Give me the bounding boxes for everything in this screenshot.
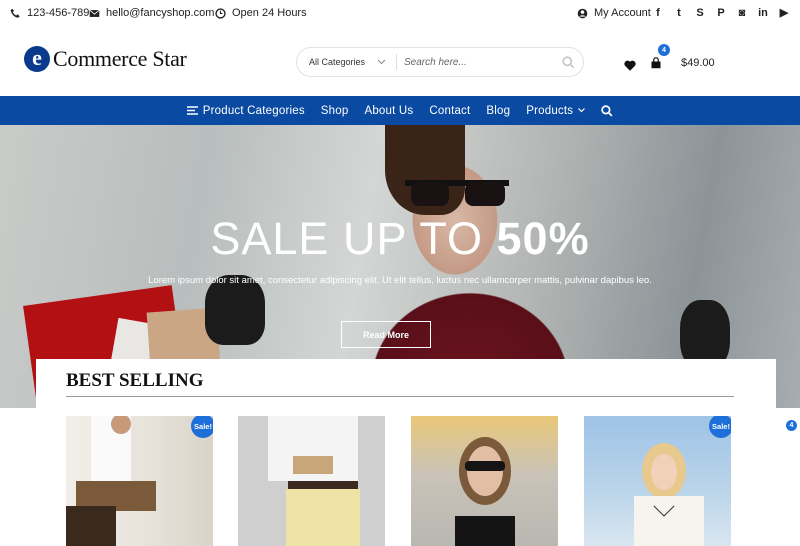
product-card[interactable] [238,416,385,546]
email-address: hello@fancyshop.com [106,7,215,19]
heart-icon[interactable] [624,60,636,71]
my-account-link[interactable]: My Account [577,7,651,19]
hero-description: Lorem ipsum dolor sit amet, consectetur … [148,275,652,286]
top-bar: 123-456-789 hello@fancyshop.com Open 24 … [0,0,800,28]
product-image [268,416,360,546]
user-icon [577,8,588,18]
youtube-icon[interactable]: ▶ [778,7,790,20]
chevron-down-icon [377,59,386,65]
nav-label: About Us [364,104,414,117]
nav-label: Shop [320,104,349,117]
sale-badge: Sale! [191,416,213,438]
clock-icon [215,7,226,19]
linkedin-icon[interactable]: in [757,7,769,20]
logo-mark: e [24,46,50,72]
hours-text: Open 24 Hours [232,7,307,19]
search-input[interactable] [397,56,553,68]
search-bar: All Categories [296,47,584,77]
site-header: e Commerce Star All Categories 4 $49.00 [0,28,800,96]
nav-product-categories[interactable]: Product Categories [179,105,313,117]
instagram-icon[interactable]: ◙ [736,7,748,20]
phone-number: 123-456-789 [27,7,90,19]
header-actions: 4 [624,44,670,74]
facebook-icon[interactable]: f [652,7,664,20]
hero-image-sunglasses [405,180,509,206]
product-image [66,416,156,546]
product-card[interactable]: Sale! [66,416,213,546]
nav-shop[interactable]: Shop [313,105,357,117]
sale-badge: Sale! [709,416,731,438]
cart-count-badge: 4 [658,44,670,56]
hero-title: SALE UP TO 50% [0,213,800,265]
product-card[interactable]: Sale! [584,416,731,546]
pinterest-icon[interactable]: P [715,7,727,20]
hero-title-bold: 50% [496,213,590,264]
twitter-icon[interactable]: t [673,7,685,20]
category-select[interactable]: All Categories [297,54,397,70]
search-icon [561,55,574,68]
site-logo[interactable]: e Commerce Star [24,46,187,72]
chevron-down-icon [578,108,586,113]
section-divider [66,396,734,397]
best-selling-section: BEST SELLING Sale! Sale! [36,359,776,546]
cart-total[interactable]: $49.00 [681,57,715,69]
nav-search-button[interactable] [593,104,621,117]
search-button[interactable] [553,55,583,69]
email-contact[interactable]: hello@fancyshop.com [89,7,214,19]
social-links: f t S P ◙ in ▶ [652,7,790,20]
product-image [455,437,515,546]
nav-label: Contact [429,104,471,117]
main-navigation: Product Categories Shop About Us Contact… [0,96,800,125]
shopping-bag-icon [651,57,661,69]
phone-icon [10,8,20,18]
nav-label: Products [526,104,574,117]
nav-label: Blog [486,104,511,117]
envelope-icon [89,9,100,17]
opening-hours: Open 24 Hours [215,7,307,19]
menu-icon [186,106,198,115]
search-icon [601,104,613,117]
nav-label: Product Categories [202,104,305,117]
cart-button[interactable]: 4 [650,44,670,74]
logo-text: Commerce Star [53,46,187,71]
category-select-value: All Categories [309,57,366,67]
floating-count-badge[interactable]: 4 [786,420,797,431]
phone-contact[interactable]: 123-456-789 [10,7,89,19]
nav-contact[interactable]: Contact [421,105,478,117]
product-image [634,443,704,546]
nav-products[interactable]: Products [518,105,593,117]
skype-icon[interactable]: S [694,7,706,20]
hero-title-light: SALE UP TO [210,213,497,264]
section-title: BEST SELLING [66,370,204,391]
nav-about-us[interactable]: About Us [356,105,421,117]
read-more-button[interactable]: Read More [341,321,431,348]
nav-blog[interactable]: Blog [478,105,518,117]
my-account-label: My Account [594,7,651,19]
product-card[interactable] [411,416,558,546]
